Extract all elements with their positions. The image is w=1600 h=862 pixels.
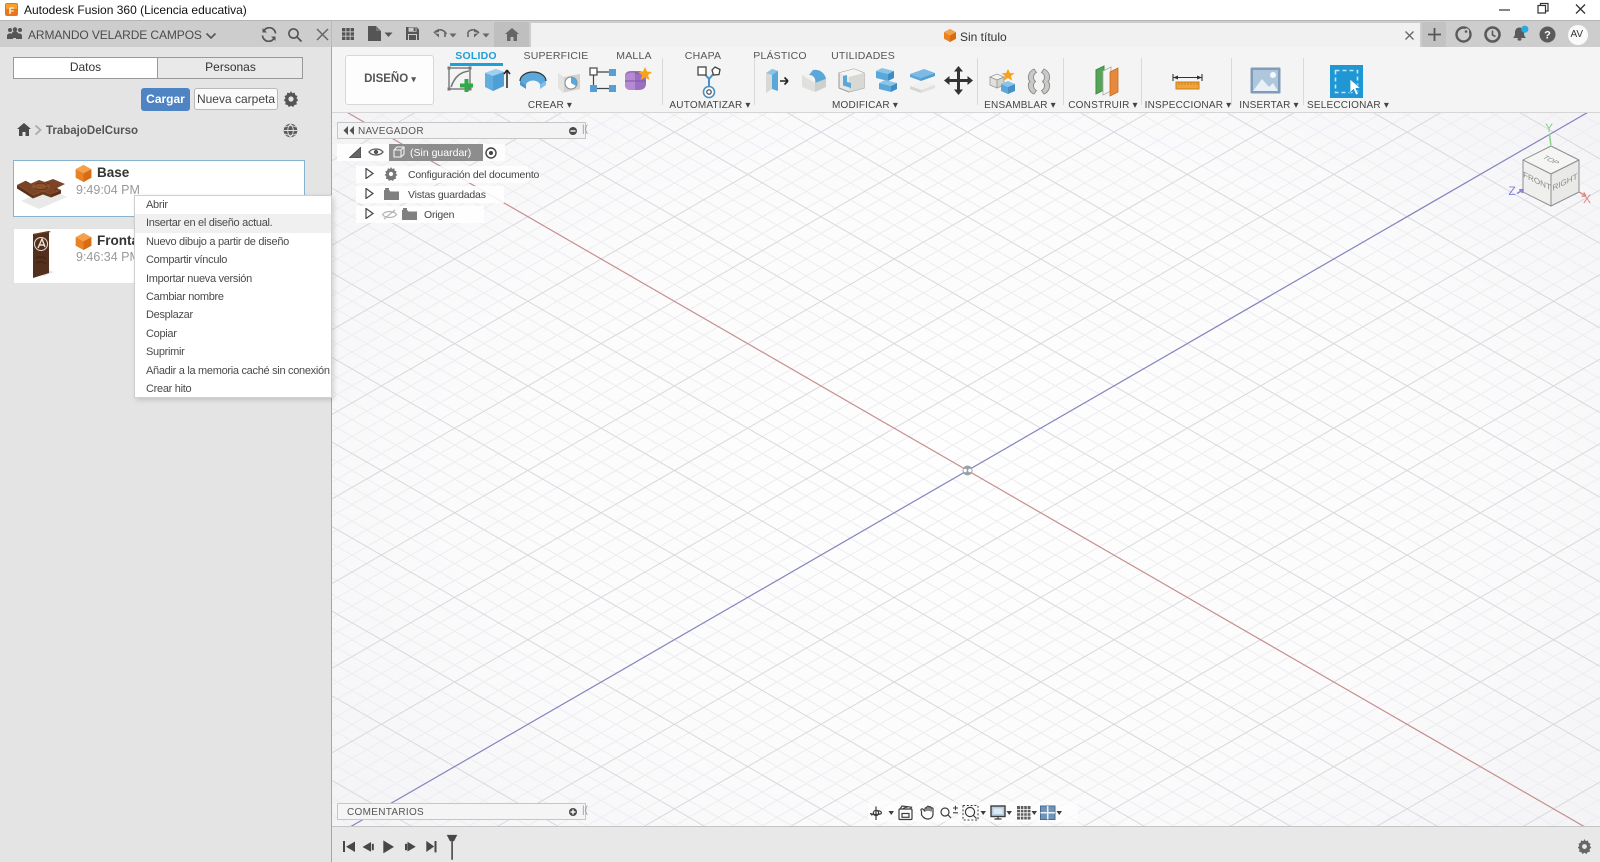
svg-text:Z: Z bbox=[1508, 184, 1515, 198]
svg-text:Y: Y bbox=[1545, 121, 1553, 135]
svg-text:?: ? bbox=[1544, 30, 1551, 42]
svg-text:F: F bbox=[9, 6, 15, 16]
